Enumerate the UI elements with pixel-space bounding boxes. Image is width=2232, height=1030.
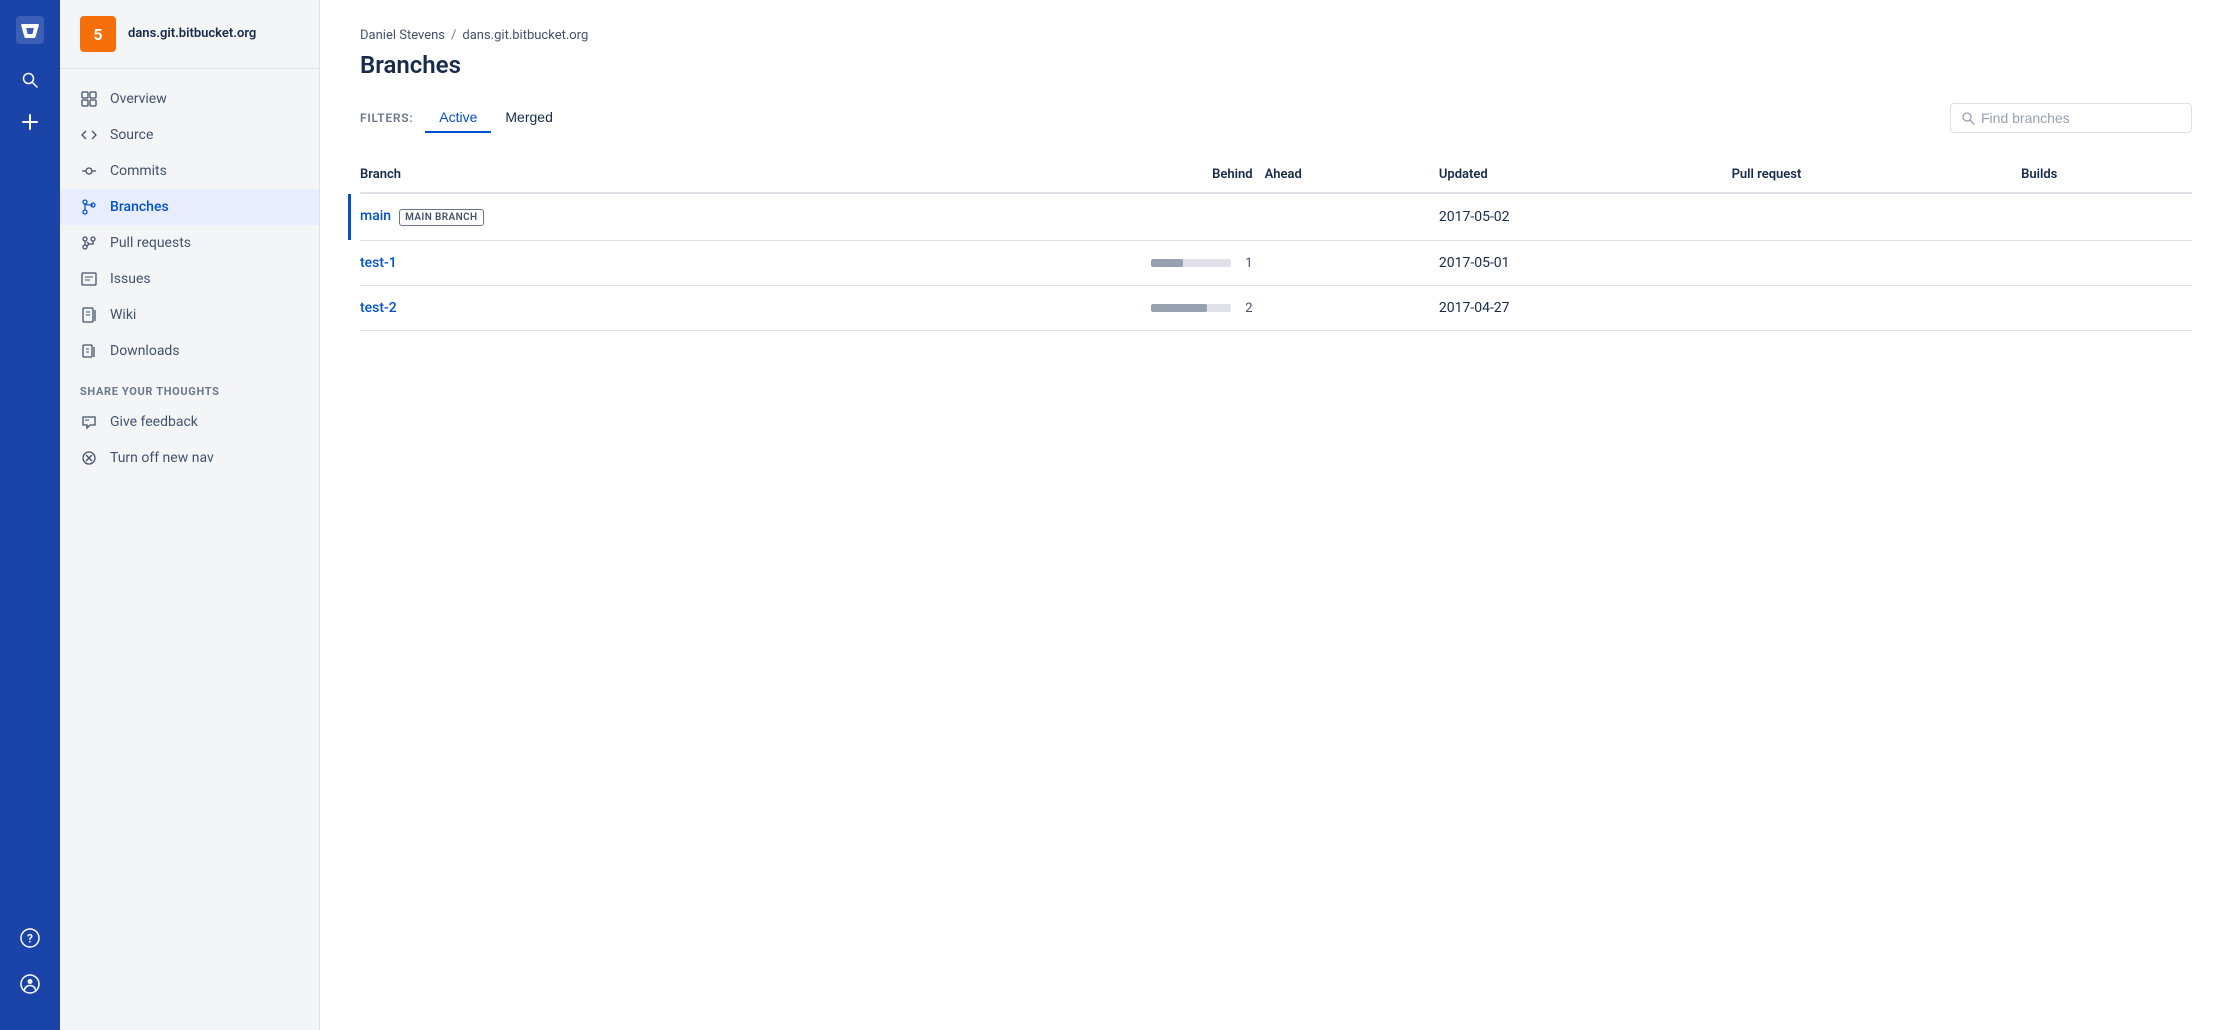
pull-requests-icon <box>80 234 98 252</box>
downloads-icon <box>80 342 98 360</box>
branch-name-cell: test-1 <box>360 241 840 286</box>
share-thoughts-label: SHARE YOUR THOUGHTS <box>60 369 319 404</box>
sidebar-label-issues: Issues <box>110 271 151 287</box>
filters-left: FILTERS: Active Merged <box>360 103 567 133</box>
commits-icon <box>80 162 98 180</box>
give-feedback-label: Give feedback <box>110 414 198 430</box>
repo-name: dans.git.bitbucket.org <box>128 26 256 43</box>
source-icon <box>80 126 98 144</box>
col-ahead: Ahead <box>1265 157 1439 193</box>
help-icon[interactable]: ? <box>12 920 48 956</box>
filters-row: FILTERS: Active Merged <box>360 103 2192 133</box>
updated-cell-test-1: 2017-05-01 <box>1439 241 1732 286</box>
main-content: Daniel Stevens / dans.git.bitbucket.org … <box>320 0 2232 1030</box>
col-builds: Builds <box>2021 157 2192 193</box>
filter-merged[interactable]: Merged <box>491 103 566 133</box>
col-pull-request: Pull request <box>1732 157 2022 193</box>
col-behind: Behind <box>840 157 1265 193</box>
builds-cell-main <box>2021 193 2192 241</box>
pr-cell-test-1 <box>1732 241 2022 286</box>
sidebar-label-pull-requests: Pull requests <box>110 235 191 251</box>
breadcrumb-user[interactable]: Daniel Stevens <box>360 28 445 43</box>
table-row: test-1 1 2017-05-01 <box>360 241 2192 286</box>
repo-header: 5 dans.git.bitbucket.org <box>60 0 319 69</box>
search-branches-icon <box>1961 111 1975 125</box>
updated-cell-main: 2017-05-02 <box>1439 193 1732 241</box>
table-row: main MAIN BRANCH 2017-05-02 <box>360 193 2192 241</box>
icon-bar: ? <box>0 0 60 1030</box>
issues-icon <box>80 270 98 288</box>
sidebar-item-turn-off-nav[interactable]: Turn off new nav <box>60 440 319 476</box>
behind-cell-test-1: 1 <box>840 241 1265 286</box>
breadcrumb-repo[interactable]: dans.git.bitbucket.org <box>462 28 588 43</box>
sidebar-label-branches: Branches <box>110 199 169 215</box>
page-title: Branches <box>360 51 2192 79</box>
branch-link-test-2[interactable]: test-2 <box>360 300 397 316</box>
turn-off-nav-label: Turn off new nav <box>110 450 214 466</box>
search-icon[interactable] <box>12 62 48 98</box>
sidebar-item-source[interactable]: Source <box>60 117 319 153</box>
user-icon[interactable] <box>12 966 48 1002</box>
sidebar-label-source: Source <box>110 127 153 143</box>
main-branch-badge: MAIN BRANCH <box>399 209 483 226</box>
bitbucket-logo[interactable] <box>12 12 48 48</box>
repo-icon: 5 <box>80 16 116 52</box>
sidebar-label-commits: Commits <box>110 163 167 179</box>
branch-link-main[interactable]: main <box>360 208 391 224</box>
sidebar-item-commits[interactable]: Commits <box>60 153 319 189</box>
overview-icon <box>80 90 98 108</box>
sidebar-item-pull-requests[interactable]: Pull requests <box>60 225 319 261</box>
builds-cell-test-2 <box>2021 286 2192 331</box>
filter-active[interactable]: Active <box>425 103 491 133</box>
branches-table: Branch Behind Ahead Updated Pull request… <box>360 157 2192 331</box>
find-branches-field[interactable] <box>1950 103 2192 133</box>
ahead-cell-main <box>1265 193 1439 241</box>
wiki-icon <box>80 306 98 324</box>
feedback-icon <box>80 413 98 431</box>
pr-cell-main <box>1732 193 2022 241</box>
sidebar-label-downloads: Downloads <box>110 343 180 359</box>
filters-label: FILTERS: <box>360 111 413 125</box>
create-icon[interactable] <box>12 104 48 140</box>
branches-icon <box>80 198 98 216</box>
sidebar-item-issues[interactable]: Issues <box>60 261 319 297</box>
sidebar-item-give-feedback[interactable]: Give feedback <box>60 404 319 440</box>
pr-cell-test-2 <box>1732 286 2022 331</box>
col-updated: Updated <box>1439 157 1732 193</box>
breadcrumb-sep: / <box>451 28 456 43</box>
branch-name-cell: test-2 <box>360 286 840 331</box>
sidebar-label-wiki: Wiki <box>110 307 136 323</box>
branch-name-cell: main MAIN BRANCH <box>360 193 840 241</box>
sidebar-nav: Overview Source Commits Branches Pull re… <box>60 69 319 1030</box>
sidebar-item-overview[interactable]: Overview <box>60 81 319 117</box>
turn-off-icon <box>80 449 98 467</box>
updated-cell-test-2: 2017-04-27 <box>1439 286 1732 331</box>
sidebar-item-branches[interactable]: Branches <box>60 189 319 225</box>
svg-text:?: ? <box>27 932 33 946</box>
ahead-cell-test-2 <box>1265 286 1439 331</box>
sidebar-label-overview: Overview <box>110 91 167 107</box>
sidebar-item-wiki[interactable]: Wiki <box>60 297 319 333</box>
ahead-cell-test-1 <box>1265 241 1439 286</box>
find-branches-input[interactable] <box>1981 110 2181 126</box>
col-branch: Branch <box>360 157 840 193</box>
behind-cell-main <box>840 193 1265 241</box>
table-row: test-2 2 2017-04-27 <box>360 286 2192 331</box>
branch-link-test-1[interactable]: test-1 <box>360 255 397 271</box>
builds-cell-test-1 <box>2021 241 2192 286</box>
sidebar: 5 dans.git.bitbucket.org Overview Source… <box>60 0 320 1030</box>
breadcrumb: Daniel Stevens / dans.git.bitbucket.org <box>360 28 2192 43</box>
behind-cell-test-2: 2 <box>840 286 1265 331</box>
sidebar-item-downloads[interactable]: Downloads <box>60 333 319 369</box>
